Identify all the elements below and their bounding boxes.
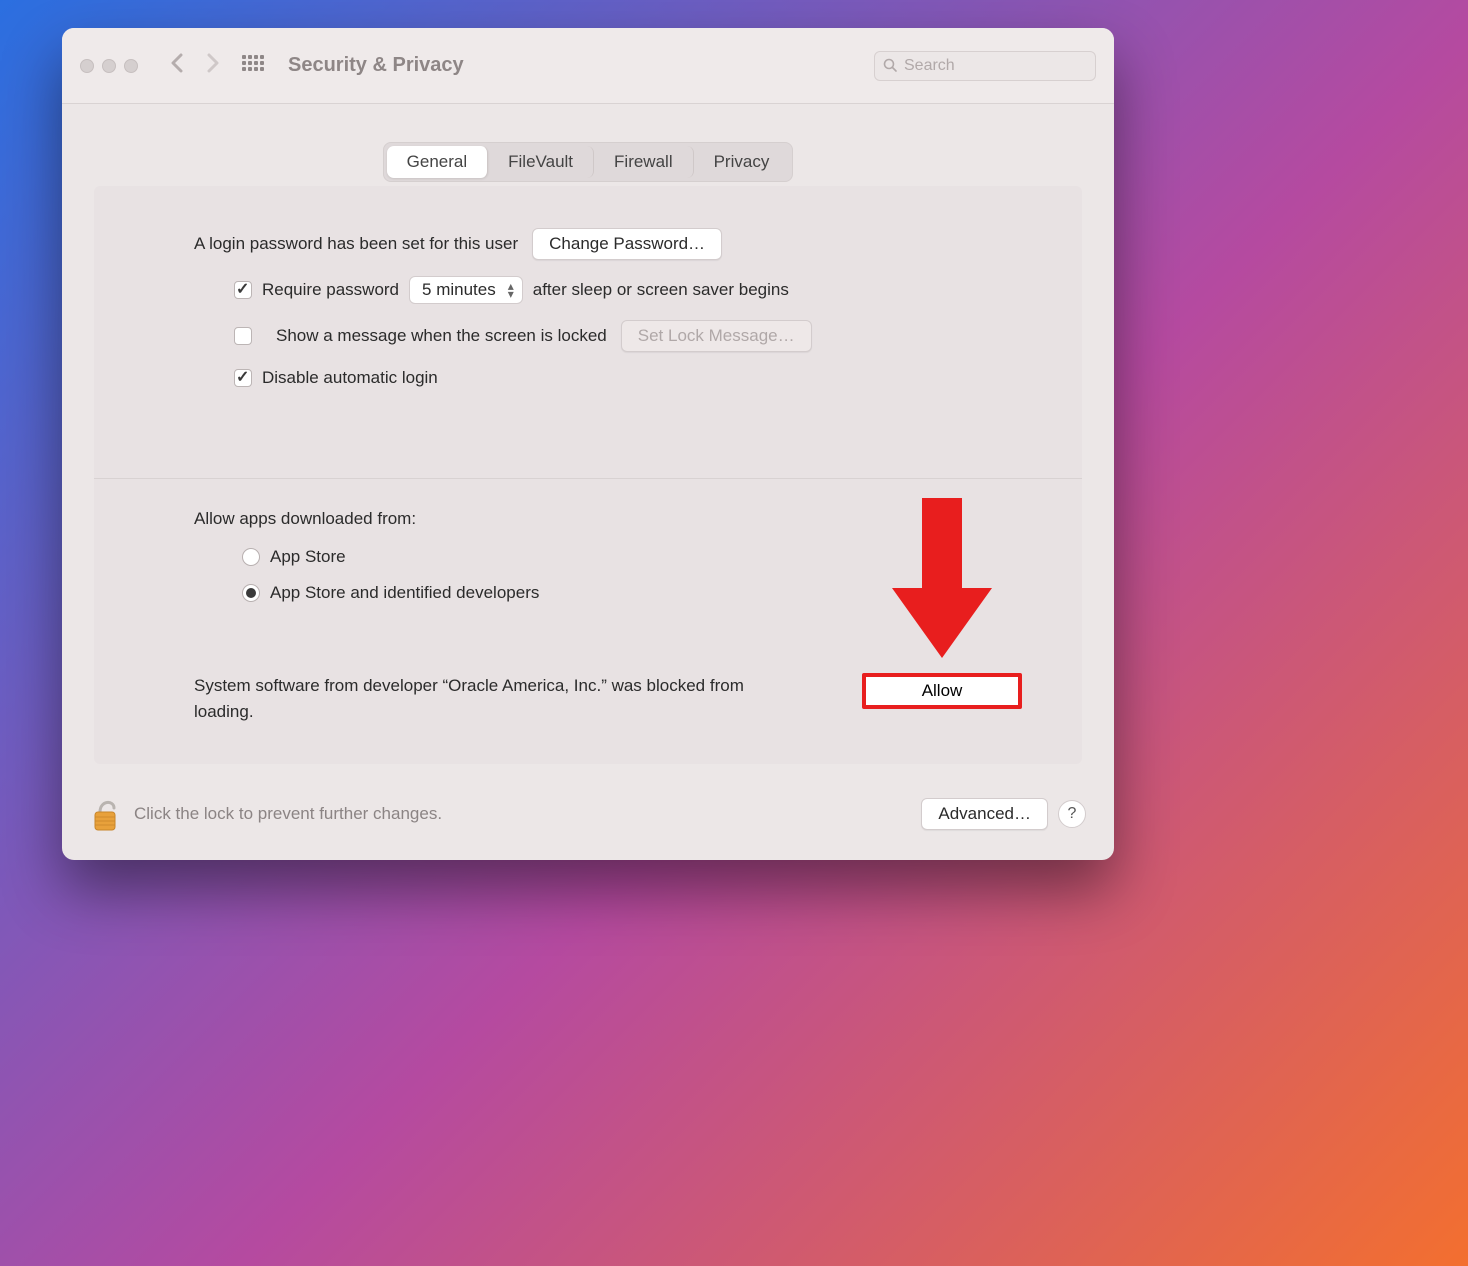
zoom-window-button[interactable]	[124, 59, 138, 73]
titlebar: Security & Privacy Search	[62, 28, 1114, 104]
app-store-radio[interactable]	[242, 548, 260, 566]
tab-privacy[interactable]: Privacy	[694, 146, 790, 178]
app-store-identified-radio[interactable]	[242, 584, 260, 602]
annotation-arrow-icon	[887, 498, 997, 673]
app-store-identified-label: App Store and identified developers	[270, 583, 539, 603]
show-all-icon[interactable]	[242, 55, 264, 77]
lock-icon[interactable]	[90, 794, 120, 834]
tab-bar: General FileVault Firewall Privacy	[383, 142, 794, 182]
nav-arrows	[170, 52, 220, 80]
tab-filevault[interactable]: FileVault	[488, 146, 594, 178]
allow-button[interactable]: Allow	[862, 673, 1022, 709]
show-lock-message-label: Show a message when the screen is locked	[276, 326, 607, 346]
show-lock-message-checkbox[interactable]	[234, 327, 252, 345]
password-delay-select[interactable]: 5 minutes ▴▾	[409, 276, 523, 304]
disable-automatic-login-label: Disable automatic login	[262, 368, 438, 388]
footer: Click the lock to prevent further change…	[62, 772, 1114, 860]
lock-message: Click the lock to prevent further change…	[134, 804, 442, 824]
preferences-window: Security & Privacy Search General FileVa…	[62, 28, 1114, 860]
minimize-window-button[interactable]	[102, 59, 116, 73]
search-icon	[883, 58, 898, 73]
back-button[interactable]	[170, 52, 184, 80]
forward-button[interactable]	[206, 52, 220, 80]
login-password-text: A login password has been set for this u…	[194, 234, 518, 254]
general-panel: A login password has been set for this u…	[94, 186, 1082, 764]
chevron-updown-icon: ▴▾	[508, 282, 514, 298]
password-delay-value: 5 minutes	[422, 280, 496, 300]
after-sleep-label: after sleep or screen saver begins	[533, 280, 789, 300]
require-password-checkbox[interactable]	[234, 281, 252, 299]
content-area: General FileVault Firewall Privacy A log…	[62, 104, 1114, 772]
change-password-button[interactable]: Change Password…	[532, 228, 722, 260]
set-lock-message-button[interactable]: Set Lock Message…	[621, 320, 812, 352]
window-title: Security & Privacy	[288, 54, 464, 77]
search-placeholder: Search	[904, 57, 955, 75]
blocked-software-text: System software from developer “Oracle A…	[154, 673, 794, 724]
close-window-button[interactable]	[80, 59, 94, 73]
app-store-label: App Store	[270, 547, 346, 567]
tab-firewall[interactable]: Firewall	[594, 146, 694, 178]
divider	[94, 478, 1082, 479]
search-input[interactable]: Search	[874, 51, 1096, 81]
help-button[interactable]: ?	[1058, 800, 1086, 828]
window-controls	[80, 59, 138, 73]
tab-general[interactable]: General	[387, 146, 488, 178]
disable-automatic-login-checkbox[interactable]	[234, 369, 252, 387]
require-password-label: Require password	[262, 280, 399, 300]
advanced-button[interactable]: Advanced…	[921, 798, 1048, 830]
